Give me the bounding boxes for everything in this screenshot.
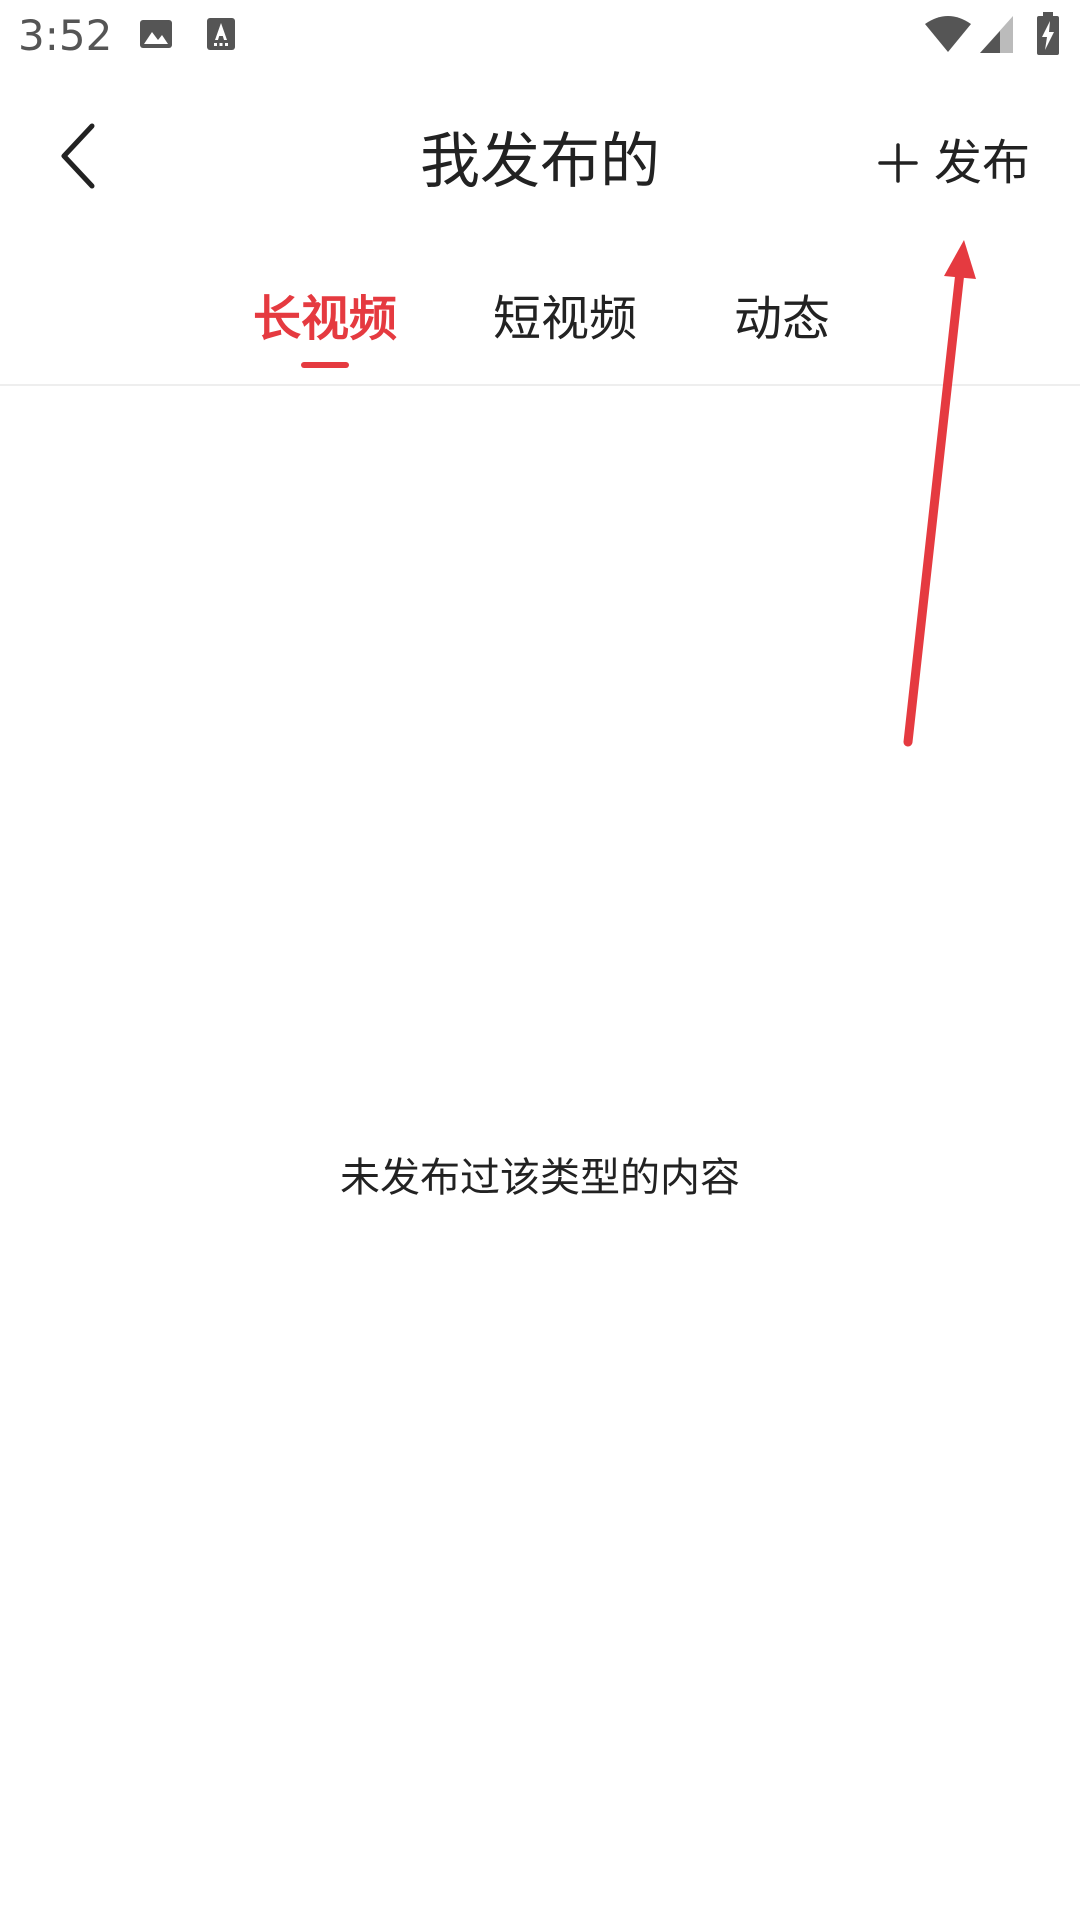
publish-label: 发布 (933, 135, 1030, 191)
empty-state-message: 未发布过该类型的内容 (340, 1155, 740, 1201)
tab-short-video[interactable]: 短视频 (492, 284, 638, 374)
tab-bar: 长视频 短视频 动态 (0, 242, 1080, 386)
tab-label: 短视频 (492, 291, 637, 347)
status-time: 3:52 (18, 11, 113, 60)
header: 我发布的 发布 (0, 72, 1080, 242)
signal-icon (980, 16, 1014, 54)
publish-button[interactable]: 发布 (876, 128, 1030, 198)
status-bar: 3:52 (0, 0, 1080, 72)
plus-icon (878, 143, 918, 183)
active-tab-indicator (301, 362, 349, 368)
tab-label: 动态 (733, 291, 830, 347)
wifi-icon (924, 14, 972, 54)
text-input-icon (206, 16, 236, 52)
tab-long-video[interactable]: 长视频 (252, 284, 398, 374)
tab-label: 长视频 (252, 291, 397, 347)
image-icon (138, 16, 174, 52)
tab-moments[interactable]: 动态 (732, 284, 832, 374)
battery-charging-icon (1036, 12, 1060, 56)
